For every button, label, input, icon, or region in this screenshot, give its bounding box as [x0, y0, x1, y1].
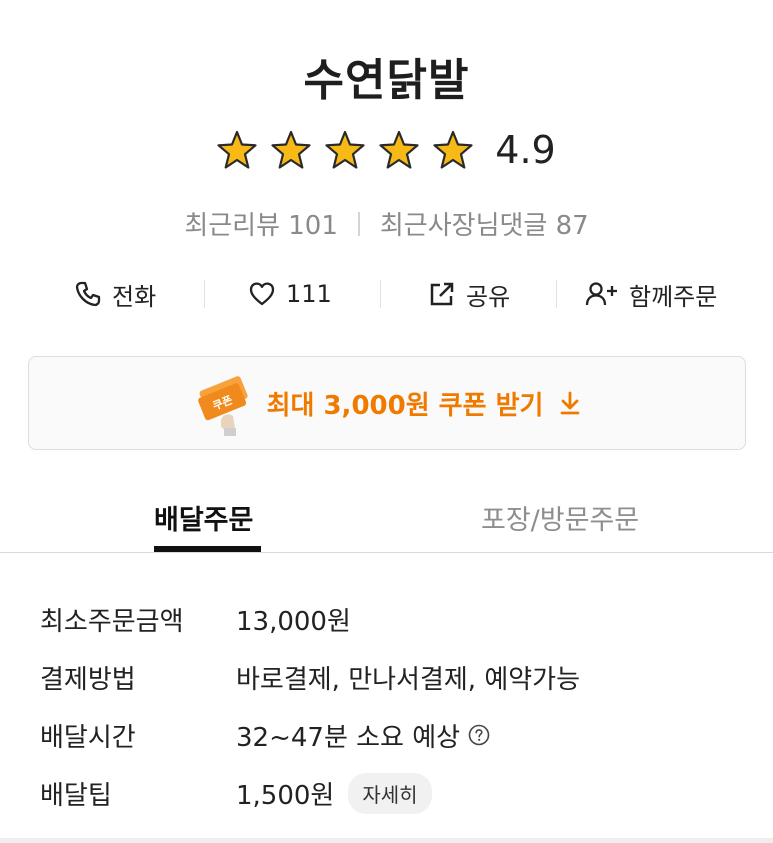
phone-icon [75, 281, 101, 307]
star-icon [325, 130, 365, 170]
delivery-tip-label: 배달팁 [40, 780, 112, 811]
action-bar: 전화 111 공유 함께주문 [0, 272, 773, 316]
like-count: 111 [286, 280, 332, 308]
group-order-button[interactable]: 함께주문 [585, 272, 717, 316]
info-row-delivery-tip: 배달팁 1,500원 자세히 [40, 764, 740, 822]
divider [556, 280, 557, 308]
delivery-tip-value: 1,500원 [236, 780, 335, 811]
group-order-label: 함께주문 [629, 282, 718, 311]
divider [204, 280, 205, 308]
share-label: 공유 [466, 282, 511, 311]
coupon-banner[interactable]: 쿠폰 최대 3,000원 쿠폰 받기 [28, 356, 746, 450]
delivery-time-value: 32~47분 소요 예상 [236, 722, 461, 753]
like-button[interactable]: 111 [248, 272, 332, 316]
tab-delivery[interactable]: 배달주문 [154, 498, 253, 537]
min-order-value: 13,000원 [236, 606, 351, 637]
rating-value: 4.9 [495, 128, 556, 172]
recent-owner-replies-link[interactable]: 최근사장님댓글 87 [380, 205, 589, 242]
star-icon [433, 130, 473, 170]
delivery-time-value-wrap: 32~47분 소요 예상 [236, 717, 490, 754]
delivery-time-label: 배달시간 [40, 722, 136, 753]
tab-pickup[interactable]: 포장/방문주문 [481, 498, 639, 537]
share-icon [430, 282, 454, 306]
review-summary: 최근리뷰 101 최근사장님댓글 87 [0, 205, 773, 242]
info-row-min-order: 최소주문금액 13,000원 [40, 590, 740, 648]
info-row-delivery-time: 배달시간 32~47분 소요 예상 [40, 706, 740, 764]
min-order-label: 최소주문금액 [40, 606, 184, 637]
order-type-tabs: 배달주문 포장/방문주문 [0, 490, 773, 554]
delivery-tip-value-wrap: 1,500원 자세히 [236, 772, 432, 814]
store-name: 수연닭발 [303, 55, 470, 106]
download-arrow-icon [561, 391, 580, 415]
divider [0, 552, 773, 553]
call-label: 전화 [112, 282, 157, 311]
info-row-payment: 결제방법 바로결제, 만나서결제, 예약가능 [40, 648, 740, 706]
delivery-tip-detail-button[interactable]: 자세히 [348, 772, 432, 814]
star-icon [271, 130, 311, 170]
divider [380, 280, 381, 308]
section-divider [0, 838, 773, 843]
divider [357, 211, 360, 236]
star-icon [217, 130, 257, 170]
payment-value: 바로결제, 만나서결제, 예약가능 [236, 664, 581, 695]
add-person-icon [585, 282, 617, 306]
heart-icon [249, 282, 275, 306]
rating-row: 4.9 [0, 128, 773, 172]
star-icon [379, 130, 419, 170]
call-button[interactable]: 전화 [74, 272, 156, 316]
share-button[interactable]: 공유 [428, 272, 510, 316]
recent-reviews-link[interactable]: 최근리뷰 101 [184, 205, 338, 242]
delivery-info: 최소주문금액 13,000원 결제방법 바로결제, 만나서결제, 예약가능 배달… [40, 590, 740, 822]
star-rating [217, 130, 473, 170]
coupon-icon: 쿠폰 [197, 376, 248, 436]
question-circle-icon[interactable] [468, 724, 490, 746]
coupon-text: 최대 3,000원 쿠폰 받기 [266, 390, 544, 421]
payment-label: 결제방법 [40, 664, 136, 695]
